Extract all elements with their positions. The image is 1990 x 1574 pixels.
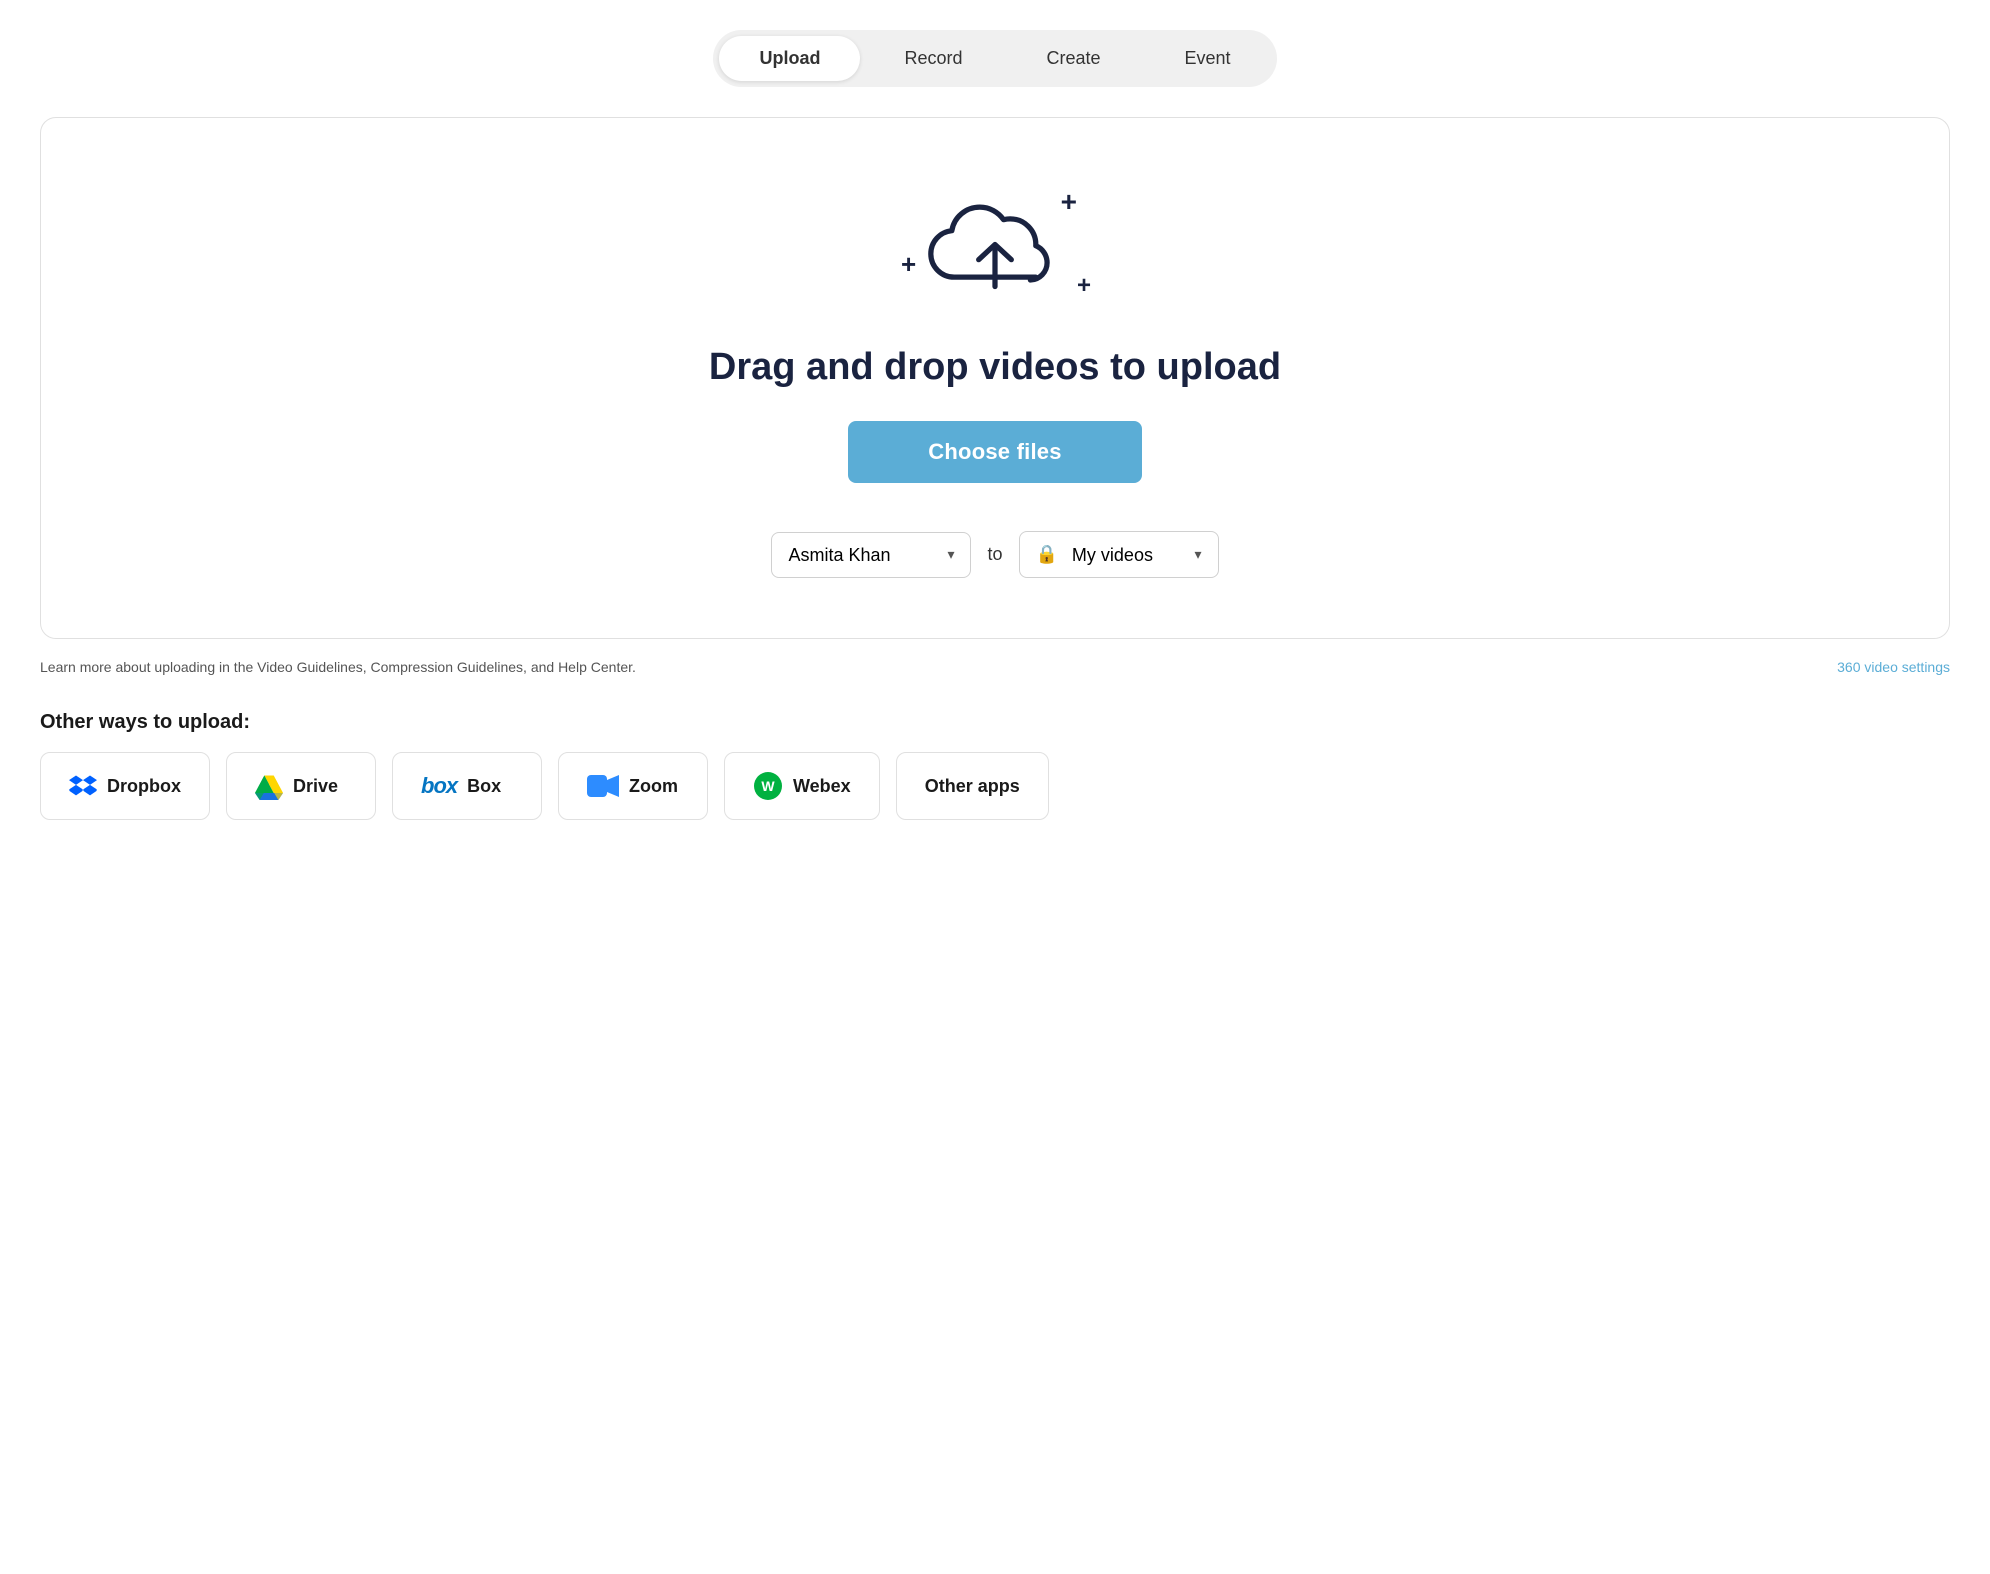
tab-event[interactable]: Event <box>1145 36 1271 81</box>
zoom-icon <box>587 775 619 797</box>
lock-icon: 🔒 <box>1036 544 1058 565</box>
upload-options: Dropbox Drive box Box Zoom <box>40 752 1950 820</box>
tab-record[interactable]: Record <box>864 36 1002 81</box>
360-video-settings-link[interactable]: 360 video settings <box>1837 659 1950 675</box>
tab-upload[interactable]: Upload <box>719 36 860 81</box>
box-icon: box <box>421 773 457 799</box>
webex-button[interactable]: W Webex <box>724 752 880 820</box>
other-ways-section: Other ways to upload: Dropbox D <box>40 711 1950 820</box>
drive-label: Drive <box>293 776 338 797</box>
drive-button[interactable]: Drive <box>226 752 376 820</box>
other-apps-label: Other apps <box>925 776 1020 797</box>
upload-icon-area: + + + <box>895 178 1095 318</box>
webex-icon: W <box>753 771 783 801</box>
dropbox-icon <box>69 772 97 800</box>
chevron-down-icon-dest: ▾ <box>1194 546 1201 563</box>
zoom-label: Zoom <box>629 776 678 797</box>
plus-icon-left: + <box>901 249 916 280</box>
svg-text:W: W <box>761 778 775 794</box>
other-ways-title: Other ways to upload: <box>40 711 1950 734</box>
chevron-down-icon: ▾ <box>947 546 954 563</box>
to-label: to <box>987 544 1002 565</box>
dropbox-label: Dropbox <box>107 776 181 797</box>
box-button[interactable]: box Box <box>392 752 542 820</box>
webex-label: Webex <box>793 776 851 797</box>
tab-bar: Upload Record Create Event <box>40 30 1950 87</box>
choose-files-button[interactable]: Choose files <box>848 421 1141 483</box>
plus-icon-top-right: + <box>1061 186 1077 218</box>
destination-select[interactable]: My videos <box>1072 545 1185 565</box>
zoom-button[interactable]: Zoom <box>558 752 708 820</box>
plus-icon-bottom-right: + <box>1077 272 1091 300</box>
user-select-container[interactable]: Asmita Khan ▾ <box>771 532 971 578</box>
tab-group: Upload Record Create Event <box>713 30 1276 87</box>
box-label: Box <box>467 776 501 797</box>
destination-row: Asmita Khan ▾ to 🔒 My videos ▾ <box>771 531 1218 578</box>
drag-drop-text: Drag and drop videos to upload <box>709 346 1281 389</box>
tab-create[interactable]: Create <box>1006 36 1140 81</box>
dropbox-button[interactable]: Dropbox <box>40 752 210 820</box>
user-select[interactable]: Asmita Khan <box>788 545 937 565</box>
info-bar: Learn more about uploading in the Video … <box>40 659 1950 675</box>
info-text: Learn more about uploading in the Video … <box>40 659 636 675</box>
other-apps-button[interactable]: Other apps <box>896 752 1049 820</box>
upload-card: + + + Drag and drop videos to upload Cho… <box>40 117 1950 639</box>
drive-icon <box>255 772 283 800</box>
destination-select-container[interactable]: 🔒 My videos ▾ <box>1019 531 1219 578</box>
cloud-upload-icon <box>925 193 1065 303</box>
